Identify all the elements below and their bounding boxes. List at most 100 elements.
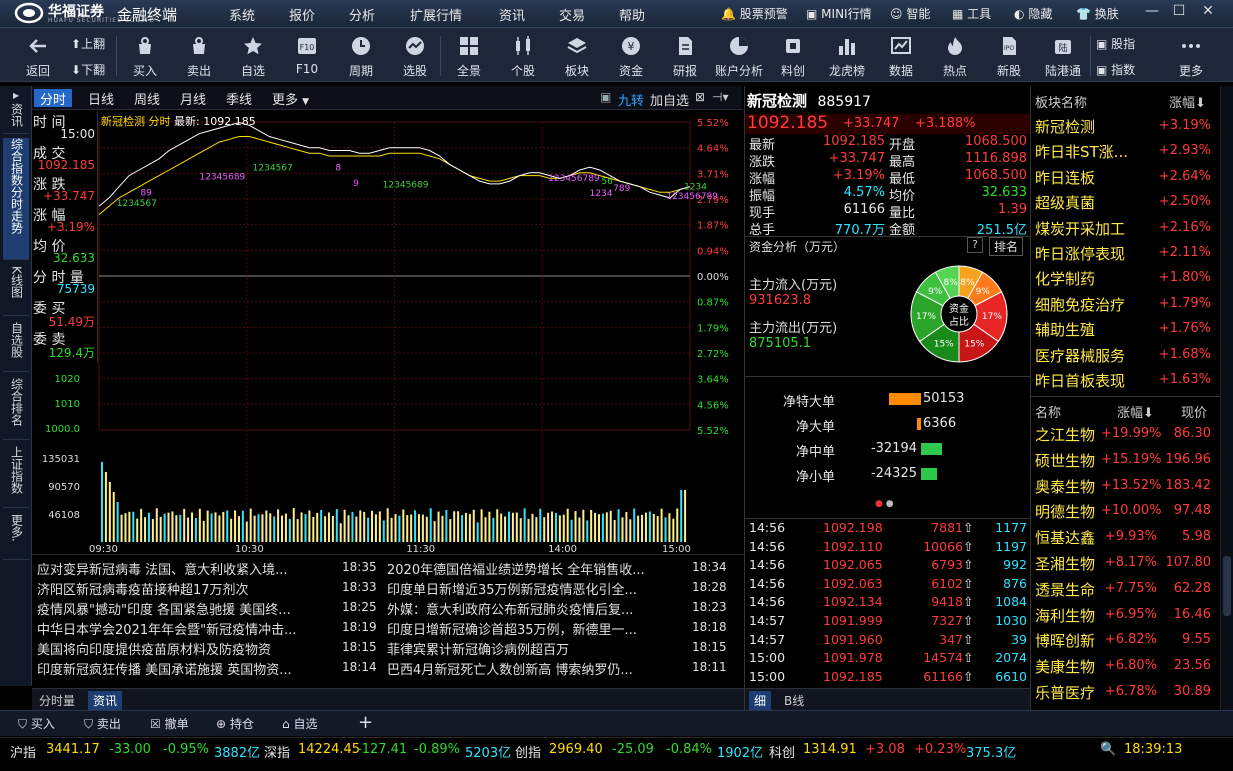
menu-quote[interactable]: 报价: [289, 5, 315, 24]
more-button[interactable]: 更多: [1164, 28, 1218, 82]
tab-kline[interactable]: K线图: [3, 266, 29, 316]
menu-analysis[interactable]: 分析: [349, 5, 375, 24]
tools-button[interactable]: ▦ 工具: [952, 5, 991, 22]
close-icon[interactable]: ✕: [1197, 3, 1219, 23]
tab-tick-detail[interactable]: 细: [749, 691, 772, 710]
stock-index-button[interactable]: ▣ 股指: [1096, 35, 1135, 52]
panorama-button[interactable]: 全景: [442, 28, 496, 82]
fund-rank-button[interactable]: 排名: [989, 237, 1024, 256]
sector-name[interactable]: 煤炭开采加工: [1035, 218, 1125, 239]
tab-monthly[interactable]: 月线: [174, 89, 212, 108]
hk-connect-button[interactable]: 陆陆港通: [1036, 28, 1090, 82]
buy-button[interactable]: 买入: [118, 28, 172, 82]
news-item-title[interactable]: 中华日本学会2021年年会暨"新冠疫情冲击...: [37, 619, 337, 638]
stock-alert-button[interactable]: 🔔 股票预警: [721, 5, 788, 22]
news-item-title[interactable]: 外媒：意大利政府公布新冠肺炎疫情后复...: [387, 599, 672, 618]
smart-button[interactable]: ☺ 智能: [890, 5, 930, 22]
stock-name[interactable]: 恒基达鑫: [1035, 527, 1095, 548]
search-icon[interactable]: 🔍: [1100, 742, 1116, 757]
stock-name[interactable]: 博晖创新: [1035, 630, 1095, 651]
stock-name[interactable]: 海利生物: [1035, 605, 1095, 626]
back-button[interactable]: 返回: [11, 28, 65, 82]
sector-name[interactable]: 昨日首板表现: [1035, 370, 1125, 391]
page-up-button[interactable]: ⬆上翻: [71, 35, 105, 52]
mini-quote-button[interactable]: ▣ MINI行情: [806, 5, 872, 22]
news-item-title[interactable]: 印度单日新增近35万例新冠疫情恶化引全...: [387, 579, 672, 598]
vertical-scrollbar[interactable]: [1220, 86, 1233, 710]
cancel-order-button[interactable]: ☒ 撤单: [150, 715, 189, 732]
menu-news[interactable]: 资讯: [499, 5, 525, 24]
dragon-tiger-button[interactable]: 龙虎榜: [820, 28, 874, 82]
tab-more[interactable]: 更多.: [3, 514, 29, 560]
sector-name[interactable]: 昨日非ST涨...: [1035, 141, 1128, 162]
new-stock-button[interactable]: IPO 新股: [982, 28, 1036, 82]
sector-name[interactable]: 昨日涨停表现: [1035, 243, 1125, 264]
pin-icon[interactable]: ⊣▾: [712, 90, 728, 104]
quick-sell-button[interactable]: ⛉ 卖出: [84, 715, 121, 732]
tab-daily[interactable]: 日线: [82, 89, 120, 108]
sector-name[interactable]: 新冠检测: [1035, 116, 1095, 137]
sell-button[interactable]: 卖出: [172, 28, 226, 82]
pager-dot-active[interactable]: ●: [875, 499, 883, 509]
restore-icon[interactable]: ⊠: [695, 90, 705, 104]
hotspot-button[interactable]: 热点: [928, 28, 982, 82]
news-item-title[interactable]: 2020年德国倍福业绩逆势增长 全年销售收...: [387, 559, 672, 578]
news-item-title[interactable]: 菲律宾累计新冠确诊病例超百万: [387, 639, 672, 658]
account-analysis-button[interactable]: 账户分析: [712, 28, 766, 82]
stock-name[interactable]: 透景生命: [1035, 579, 1095, 600]
menu-trade[interactable]: 交易: [559, 5, 585, 24]
position-button[interactable]: ⊕ 持仓: [216, 715, 254, 732]
sector-sort-pct[interactable]: 涨幅⬇: [1169, 92, 1206, 111]
stock-name[interactable]: 明德生物: [1035, 501, 1095, 522]
stock-name[interactable]: 圣湘生物: [1035, 553, 1095, 574]
kechuang-button[interactable]: 料创: [766, 28, 820, 82]
maximize-icon[interactable]: ☐: [1168, 3, 1190, 23]
single-stock-button[interactable]: 个股: [496, 28, 550, 82]
stock-name[interactable]: 美康生物: [1035, 656, 1095, 677]
f10-button[interactable]: F10 F10: [280, 28, 334, 82]
fund-button[interactable]: ¥ 资金: [604, 28, 658, 82]
index-button[interactable]: ▣ 指数: [1096, 61, 1135, 78]
sector-button[interactable]: 板块: [550, 28, 604, 82]
news-item-title[interactable]: 美国将向印度提供疫苗原材料及防疫物资: [37, 639, 337, 658]
menu-extended-quote[interactable]: 扩展行情: [410, 5, 462, 24]
nine-turn-toggle[interactable]: 九转: [618, 90, 644, 109]
tab-sh-index[interactable]: 上证指数: [3, 446, 29, 508]
news-item-title[interactable]: 应对变异新冠病毒 法国、意大利收紧入境...: [37, 559, 337, 578]
fund-help-button[interactable]: ?: [967, 237, 983, 253]
quick-watchlist-button[interactable]: ⌂ 自选: [282, 715, 317, 732]
stock-name[interactable]: 硕世生物: [1035, 450, 1095, 471]
tab-composite-intraday[interactable]: 综合指数分时走势: [3, 138, 29, 260]
stock-name[interactable]: 之江生物: [1035, 424, 1095, 445]
tab-quarterly[interactable]: 季线: [220, 89, 258, 108]
sector-name[interactable]: 超级真菌: [1035, 192, 1095, 213]
tab-info[interactable]: 资讯: [88, 691, 123, 710]
period-button[interactable]: 周期: [334, 28, 388, 82]
tab-intraday-volume[interactable]: 分时量: [34, 691, 80, 710]
tab-news[interactable]: ▸ 资讯: [3, 88, 29, 134]
data-button[interactable]: 数据: [874, 28, 928, 82]
sector-name[interactable]: 昨日连板: [1035, 167, 1095, 188]
news-item-title[interactable]: 印度日增新冠确诊首超35万例，新德里一...: [387, 619, 672, 638]
tab-weekly[interactable]: 周线: [128, 89, 166, 108]
news-item-title[interactable]: 济阳区新冠病毒疫苗接种超17万剂次: [37, 579, 337, 598]
news-item-title[interactable]: 疫情风暴"撼动"印度 各国紧急驰援 美国终...: [37, 599, 337, 618]
sector-name[interactable]: 医疗器械服务: [1035, 345, 1125, 366]
stock-name[interactable]: 乐普医疗: [1035, 682, 1095, 703]
stock-name[interactable]: 奥泰生物: [1035, 476, 1095, 497]
layout-icon[interactable]: ▣: [600, 90, 611, 104]
menu-system[interactable]: 系统: [229, 5, 255, 24]
news-item-title[interactable]: 印度新冠疯狂传播 美国承诺施援 英国物资...: [37, 659, 337, 678]
add-plus-icon[interactable]: +: [358, 712, 373, 733]
pager-dots[interactable]: ● ●: [875, 499, 894, 509]
minimize-icon[interactable]: —: [1141, 3, 1163, 23]
sector-name[interactable]: 细胞免疫治疗: [1035, 294, 1125, 315]
tab-intraday[interactable]: 分时: [34, 89, 73, 108]
watchlist-button[interactable]: 自选: [226, 28, 280, 82]
menu-help[interactable]: 帮助: [619, 5, 645, 24]
add-watchlist-link[interactable]: 加自选: [650, 90, 689, 109]
stock-sort-pct[interactable]: 涨幅⬇: [1117, 402, 1154, 421]
tab-more-periods[interactable]: 更多 ▼: [266, 89, 315, 108]
tab-ranking[interactable]: 综合排名: [3, 378, 29, 440]
pager-dot[interactable]: ●: [886, 499, 894, 509]
